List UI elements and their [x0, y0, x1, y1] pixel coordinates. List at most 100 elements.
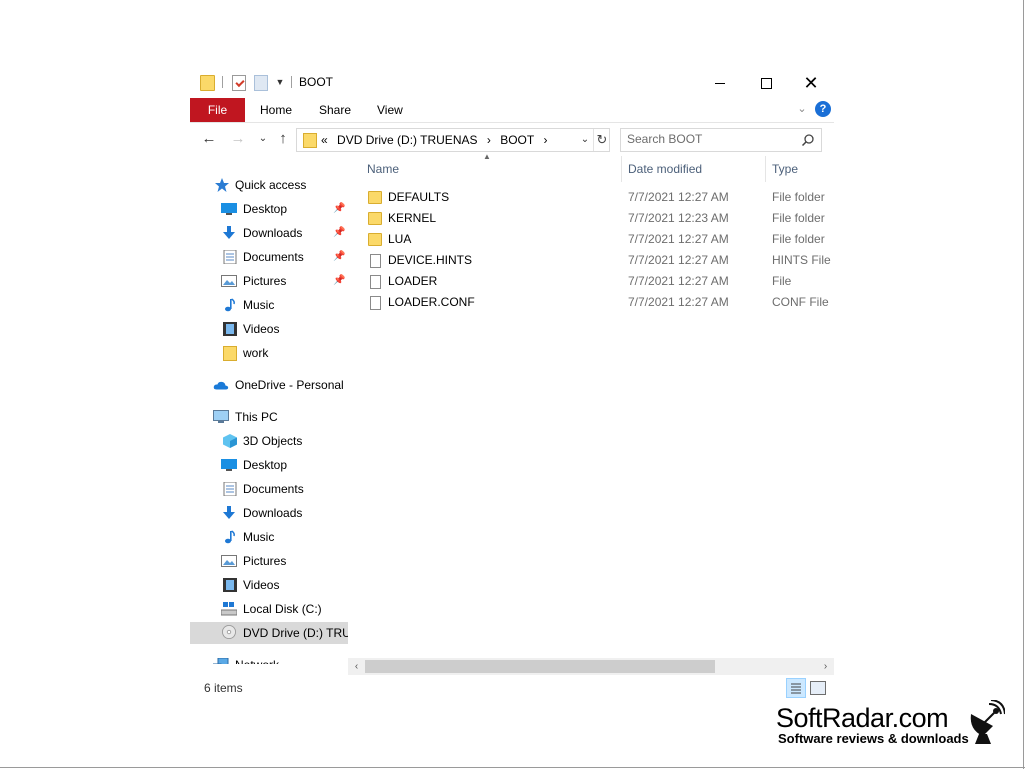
file-row-defaults[interactable]: DEFAULTS 7/7/2021 12:27 AM File folder — [358, 187, 834, 208]
breadcrumb-item-boot[interactable]: BOOT — [500, 133, 534, 147]
tab-file[interactable]: File — [190, 98, 245, 122]
sort-ascending-icon: ▲ — [483, 152, 491, 161]
sidebar-item-desktop-pc[interactable]: Desktop — [190, 454, 348, 476]
file-row-device-hints[interactable]: DEVICE.HINTS 7/7/2021 12:27 AM HINTS Fil… — [358, 250, 834, 271]
sidebar-item-quick-access[interactable]: Quick access — [190, 174, 348, 196]
tab-share[interactable]: Share — [319, 98, 351, 122]
up-arrow-icon[interactable]: ↑ — [272, 128, 294, 150]
navigation-pane: Quick access Desktop 📌 Downloads 📌 Docum… — [190, 168, 348, 664]
scroll-left-arrow-icon[interactable]: ‹ — [348, 658, 365, 675]
sidebar-item-label: Music — [243, 530, 275, 544]
expand-ribbon-chevron-icon[interactable]: ⌄ — [796, 102, 808, 116]
sidebar-item-pictures-pc[interactable]: Pictures — [190, 550, 348, 572]
watermark-title: SoftRadar.com — [776, 703, 949, 733]
customize-toolbar-dropdown[interactable]: ▼ — [275, 76, 285, 88]
downloads-icon — [223, 226, 235, 239]
pin-icon: 📌 — [333, 203, 346, 214]
breadcrumb-item-dvd-drive[interactable]: DVD Drive (D:) TRUENAS — [337, 133, 477, 147]
sidebar-item-local-disk[interactable]: Local Disk (C:) — [190, 598, 348, 620]
sidebar-item-desktop[interactable]: Desktop 📌 — [190, 198, 348, 220]
file-type: File folder — [772, 190, 825, 204]
toolbar-divider — [222, 76, 223, 88]
address-bar[interactable]: « DVD Drive (D:) TRUENAS › BOOT › ⌄ ↻ — [296, 128, 610, 152]
computer-icon — [213, 410, 229, 423]
sidebar-item-dvd-drive[interactable]: DVD Drive (D:) TRUENAS — [190, 622, 348, 644]
recent-locations-chevron-icon[interactable]: ⌄ — [252, 128, 274, 150]
column-divider[interactable] — [765, 156, 766, 182]
file-row-loader-conf[interactable]: LOADER.CONF 7/7/2021 12:27 AM CONF File — [358, 292, 834, 313]
folder-icon — [368, 233, 382, 246]
sidebar-item-documents[interactable]: Documents 📌 — [190, 246, 348, 268]
sidebar-item-onedrive[interactable]: OneDrive - Personal — [190, 374, 348, 396]
frame-border-right — [1023, 0, 1024, 769]
horizontal-scrollbar[interactable]: ‹ › — [348, 658, 834, 675]
pin-icon: 📌 — [333, 251, 346, 262]
column-divider[interactable] — [621, 156, 622, 182]
close-button[interactable]: ✕ — [788, 68, 834, 98]
network-icon — [213, 658, 229, 664]
help-icon[interactable]: ? — [815, 101, 831, 117]
file-icon — [370, 254, 381, 268]
address-dropdown-chevron-icon[interactable]: ⌄ — [579, 129, 591, 151]
folder-icon — [303, 133, 317, 148]
breadcrumb-separator[interactable]: › — [544, 133, 548, 147]
sidebar-item-downloads[interactable]: Downloads 📌 — [190, 222, 348, 244]
sidebar-item-documents-pc[interactable]: Documents — [190, 478, 348, 500]
breadcrumb-separator[interactable]: › — [487, 133, 491, 147]
file-name: KERNEL — [388, 211, 437, 225]
watermark-subtitle: Software reviews & downloads — [778, 731, 969, 746]
column-header-date-modified[interactable]: Date modified — [628, 154, 702, 184]
sidebar-item-label: Downloads — [243, 506, 303, 520]
file-name: LOADER.CONF — [388, 295, 475, 309]
sidebar-item-videos-pc[interactable]: Videos — [190, 574, 348, 596]
pictures-icon — [221, 555, 237, 567]
explorer-window: ▼ BOOT ✕ File Home Share View ⌄ ? ← → ⌄ … — [190, 68, 834, 704]
column-header-name[interactable]: Name — [367, 154, 399, 184]
desktop-icon — [221, 459, 237, 471]
new-folder-icon[interactable] — [254, 75, 268, 91]
satellite-dish-icon — [970, 700, 1005, 744]
watermark: SoftRadar.com Software reviews & downloa… — [776, 703, 969, 746]
file-row-kernel[interactable]: KERNEL 7/7/2021 12:23 AM File folder — [358, 208, 834, 229]
sidebar-item-music[interactable]: Music — [190, 294, 348, 316]
pin-icon: 📌 — [333, 227, 346, 238]
breadcrumb-overflow[interactable]: « — [321, 133, 328, 147]
search-input[interactable] — [627, 131, 797, 147]
scroll-right-arrow-icon[interactable]: › — [817, 658, 834, 675]
search-icon[interactable] — [801, 133, 815, 147]
search-box[interactable] — [620, 128, 822, 152]
folder-icon — [368, 212, 382, 225]
sidebar-item-work[interactable]: work — [190, 342, 348, 364]
details-view-icon[interactable] — [786, 678, 806, 698]
sidebar-item-pictures[interactable]: Pictures 📌 — [190, 270, 348, 292]
maximize-button[interactable] — [743, 68, 789, 98]
sidebar-item-label: Videos — [243, 578, 280, 592]
column-header-type[interactable]: Type — [772, 154, 798, 184]
refresh-icon[interactable]: ↻ — [593, 129, 610, 151]
onedrive-cloud-icon — [213, 381, 229, 390]
minimize-button[interactable] — [697, 68, 743, 98]
documents-icon — [223, 250, 237, 264]
sidebar-item-label: Documents — [243, 250, 304, 264]
scrollbar-thumb[interactable] — [365, 660, 715, 673]
sidebar-item-music-pc[interactable]: Music — [190, 526, 348, 548]
back-arrow-icon[interactable]: ← — [198, 128, 220, 150]
sidebar-item-3d-objects[interactable]: 3D Objects — [190, 430, 348, 452]
properties-icon[interactable] — [232, 75, 246, 91]
tab-view[interactable]: View — [377, 98, 403, 122]
sidebar-item-network[interactable]: Network — [190, 654, 348, 664]
file-row-loader[interactable]: LOADER 7/7/2021 12:27 AM File — [358, 271, 834, 292]
sidebar-item-this-pc[interactable]: This PC — [190, 406, 348, 428]
large-icons-view-icon[interactable] — [810, 681, 826, 695]
file-icon — [370, 275, 381, 289]
sidebar-item-label: Network — [235, 654, 279, 664]
sidebar-item-downloads-pc[interactable]: Downloads — [190, 502, 348, 524]
forward-arrow-icon[interactable]: → — [227, 128, 249, 150]
file-row-lua[interactable]: LUA 7/7/2021 12:27 AM File folder — [358, 229, 834, 250]
file-date: 7/7/2021 12:27 AM — [628, 253, 729, 267]
navigation-bar: ← → ⌄ ↑ « DVD Drive (D:) TRUENAS › BOOT … — [190, 124, 834, 154]
tab-home[interactable]: Home — [260, 98, 292, 122]
sidebar-item-videos[interactable]: Videos — [190, 318, 348, 340]
file-type: File — [772, 274, 792, 288]
sidebar-item-label: Desktop — [243, 202, 288, 216]
